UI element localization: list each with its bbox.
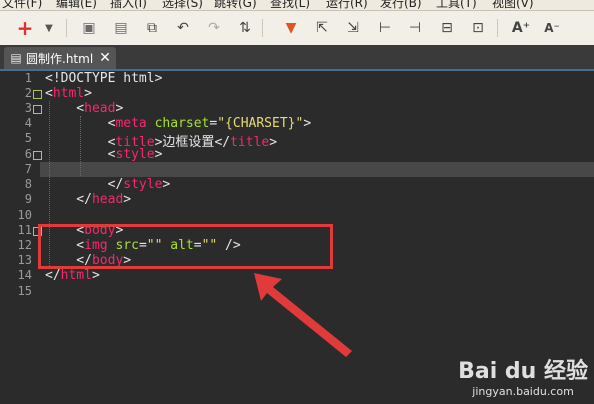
code-line-3: <head> [45, 101, 124, 116]
redo-icon[interactable]: ↷ [203, 17, 225, 39]
title-text: 边框设置 [162, 135, 215, 150]
code-line-1: <!DOCTYPE html> [45, 71, 162, 86]
menu-goto[interactable]: 跳转(G) [214, 0, 257, 10]
close-icon[interactable]: ✕ [99, 50, 111, 66]
tab-file[interactable]: ▤ 圆制作.html ✕ [4, 47, 116, 69]
fold-toggle-icon[interactable] [33, 105, 42, 114]
watermark: Bai du 经验 jingyan.baidu.com [458, 353, 588, 398]
line-number: 5 [24, 131, 32, 145]
menu-select[interactable]: 选择(S) [162, 0, 203, 10]
watermark-url: jingyan.baidu.com [472, 385, 574, 398]
file-icon: ▤ [10, 51, 22, 65]
save-all-icon[interactable]: ▤ [110, 17, 132, 39]
tag-name: html [60, 268, 92, 283]
line-number: 6 [24, 147, 32, 161]
fold-toggle-icon[interactable] [33, 90, 42, 99]
code-line-2: <html> [45, 86, 92, 101]
menu-publish[interactable]: 发行(B) [380, 0, 422, 10]
current-line-highlight [40, 162, 594, 177]
menu-run[interactable]: 运行(R) [326, 0, 368, 10]
tag-name: style [123, 177, 163, 192]
undo-icon[interactable]: ↶ [172, 17, 194, 39]
toolbar-separator [66, 19, 67, 37]
line-number-gutter: 1 2 3 4 5 6 7 8 9 10 11 12 13 14 15 [0, 71, 42, 404]
dropdown-arrow-icon[interactable]: ▼ [38, 17, 60, 39]
tag-name: head [91, 192, 124, 207]
line-number: 10 [17, 208, 32, 222]
comment-icon[interactable]: ⊟ [436, 17, 458, 39]
tab-title: 圆制作.html [26, 51, 94, 66]
menu-view[interactable]: 视图(V) [492, 0, 534, 10]
menu-bar: 文件(F) 编辑(E) 插入(I) 选择(S) 跳转(G) 查找(L) 运行(R… [0, 0, 594, 11]
tag-name: meta [115, 116, 147, 131]
menu-tools[interactable]: 工具(T) [436, 0, 477, 10]
doctype-text: <!DOCTYPE html> [45, 71, 163, 86]
format-icon[interactable]: ⇅ [234, 17, 256, 39]
goto-icon[interactable]: ⇱ [311, 17, 333, 39]
bookmark-icon[interactable]: ▼ [280, 17, 302, 39]
code-line-4: <meta charset="{CHARSET}"> [45, 116, 312, 131]
toolbar: + ▼ ▣ ▤ ⧉ ↶ ↷ ⇅ ▼ ⇱ ⇲ ⊢ ⊣ ⊟ ⊡ A⁺ A⁻ [0, 11, 594, 46]
code-line-14: </html> [45, 268, 100, 283]
font-decrease-icon[interactable]: A⁻ [541, 17, 563, 39]
line-number: 8 [24, 177, 32, 191]
toolbar-separator [262, 19, 263, 37]
code-line-9: </head> [45, 192, 132, 207]
tag-name: title [230, 135, 270, 150]
attr-value: "{CHARSET}" [217, 116, 304, 131]
save-icon[interactable]: ▣ [78, 17, 100, 39]
code-line-6: <style> [45, 147, 163, 162]
annotation-arrow [254, 273, 352, 357]
block-comment-icon[interactable]: ⊣ [404, 17, 426, 39]
fold-toggle-icon[interactable] [33, 151, 42, 160]
code-line-8: </style> [45, 177, 171, 192]
outdent-icon[interactable]: ⇲ [342, 17, 364, 39]
line-number: 14 [17, 268, 32, 282]
line-number: 13 [17, 253, 32, 267]
menu-find[interactable]: 查找(L) [270, 0, 310, 10]
tag-name: style [115, 147, 155, 162]
line-number: 11 [17, 223, 32, 237]
menu-edit[interactable]: 编辑(E) [56, 0, 97, 10]
indent-icon[interactable]: ⊢ [374, 17, 396, 39]
tag-name: head [84, 101, 116, 116]
code-editor[interactable]: 1 2 3 4 5 6 7 8 9 10 11 12 13 14 15 <!DO… [0, 71, 594, 404]
tab-bar: ▤ 圆制作.html ✕ [0, 45, 594, 71]
line-number: 2 [24, 86, 32, 100]
watermark-brand: Bai du 经验 [458, 359, 588, 384]
tag-name: html [52, 86, 85, 101]
line-number: 7 [24, 162, 32, 176]
line-number: 15 [17, 284, 32, 298]
menu-file[interactable]: 文件(F) [2, 0, 42, 10]
font-increase-icon[interactable]: A⁺ [510, 17, 532, 39]
attr-name: charset [154, 116, 210, 131]
line-number: 4 [24, 116, 32, 130]
line-number: 3 [24, 101, 32, 115]
line-number: 1 [24, 71, 32, 85]
line-number: 9 [24, 192, 32, 206]
copy-icon[interactable]: ⧉ [141, 17, 163, 39]
menu-insert[interactable]: 插入(I) [110, 0, 147, 10]
line-number: 12 [17, 238, 32, 252]
uncomment-icon[interactable]: ⊡ [467, 17, 489, 39]
toolbar-separator [497, 19, 498, 37]
add-icon[interactable]: + [14, 16, 36, 40]
